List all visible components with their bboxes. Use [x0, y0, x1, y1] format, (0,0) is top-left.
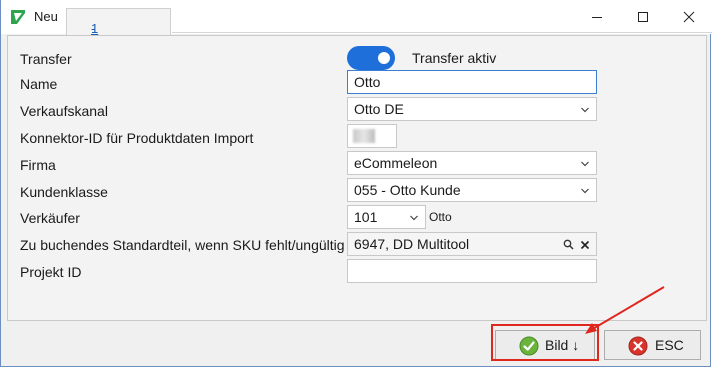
annotation-arrow-icon — [585, 286, 665, 334]
dialog-window: Neu 1 - Allgemeines Transfer Name Verkau… — [0, 0, 712, 367]
